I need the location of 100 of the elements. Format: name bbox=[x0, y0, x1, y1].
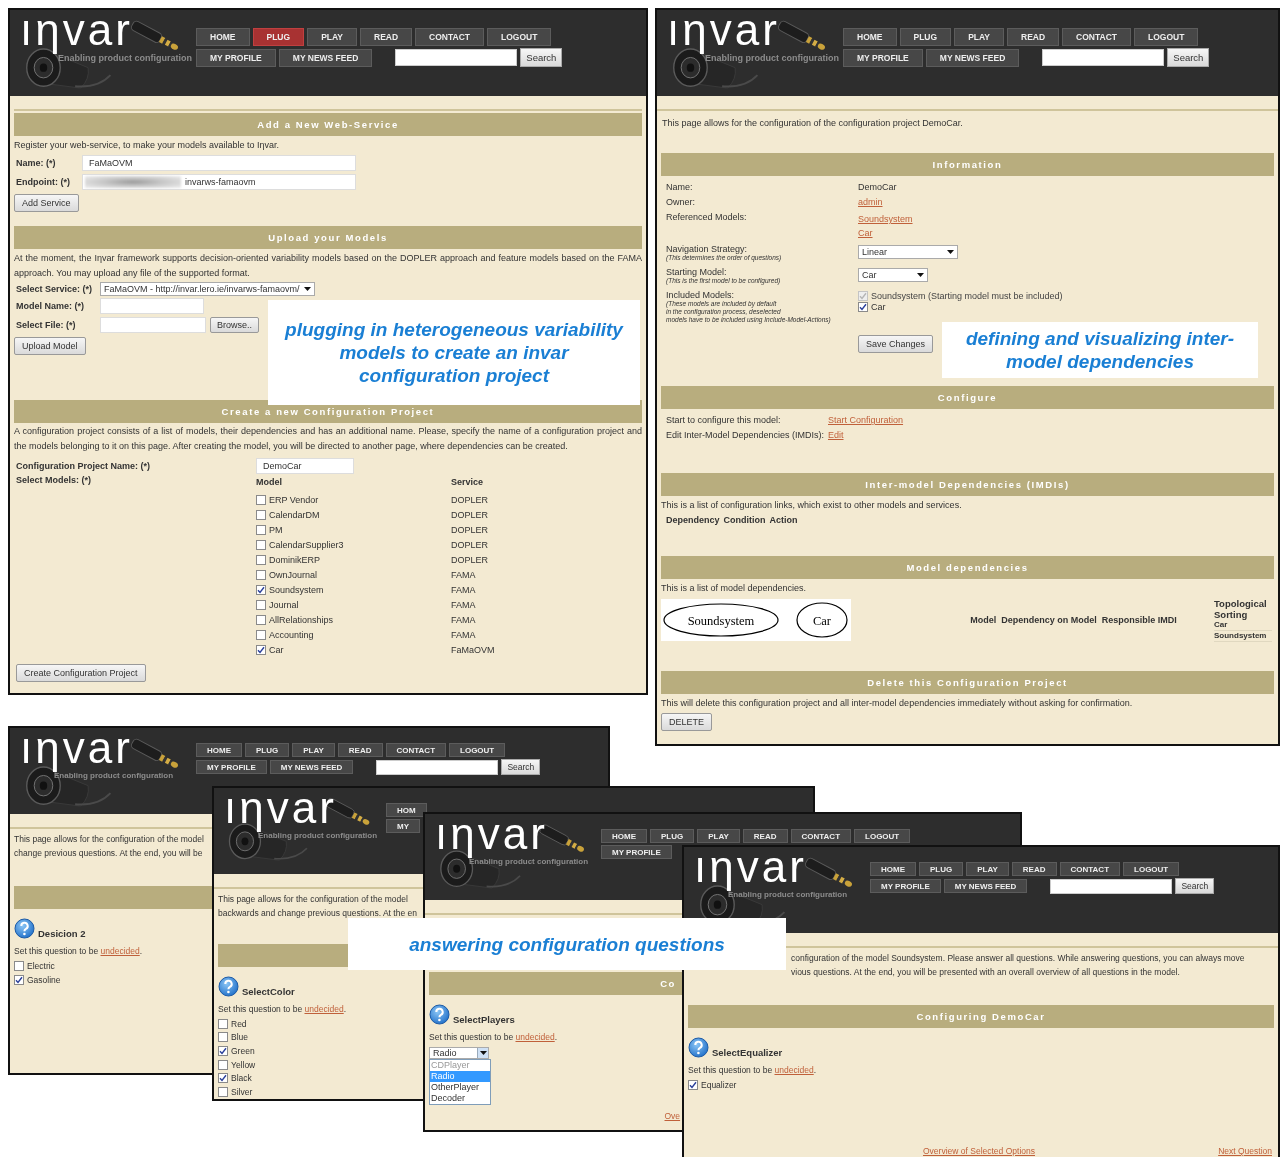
checkbox[interactable] bbox=[218, 1046, 228, 1057]
nav-button[interactable]: CONTACT bbox=[1062, 28, 1132, 46]
nav-button[interactable]: LOGOUT bbox=[854, 829, 911, 843]
checkbox[interactable] bbox=[256, 584, 266, 595]
nav-button[interactable]: READ bbox=[360, 28, 413, 46]
nav-button[interactable]: PLUG bbox=[245, 743, 290, 757]
nav-button[interactable]: HOME bbox=[870, 862, 916, 876]
checkbox[interactable] bbox=[218, 1032, 228, 1043]
checkbox[interactable] bbox=[688, 1080, 698, 1090]
checkbox[interactable] bbox=[256, 494, 266, 505]
checkbox[interactable] bbox=[858, 301, 868, 312]
overview-link[interactable]: Overview of Selected Options bbox=[923, 1146, 1035, 1156]
nav-button[interactable]: HOME bbox=[601, 829, 647, 843]
nav-button[interactable]: MY PROFILE bbox=[843, 48, 923, 67]
checkbox[interactable] bbox=[218, 1059, 228, 1070]
search-field[interactable] bbox=[376, 759, 499, 775]
starting-model-dropdown[interactable]: Car bbox=[858, 268, 928, 282]
nav-button[interactable]: MY NEWS FEED bbox=[269, 760, 354, 774]
nav-button[interactable]: PLAY bbox=[292, 743, 335, 757]
nav-button[interactable]: PLAY bbox=[697, 829, 740, 843]
file-field[interactable] bbox=[100, 316, 206, 333]
checkbox[interactable] bbox=[256, 524, 266, 535]
nav-button[interactable]: PLUG bbox=[899, 28, 952, 46]
nav-button[interactable]: MY PROFILE bbox=[601, 845, 672, 859]
nav-button[interactable]: LOGOUT bbox=[1134, 28, 1199, 46]
configure-link[interactable]: Start Configuration bbox=[828, 413, 1274, 428]
nav-button[interactable]: LOGOUT bbox=[1123, 862, 1180, 876]
project-name-field[interactable]: DemoCar bbox=[256, 457, 354, 474]
nav-button[interactable]: MY bbox=[386, 819, 420, 833]
create-project-button[interactable]: Create Configuration Project bbox=[16, 663, 146, 682]
nav-button[interactable]: PLUG bbox=[650, 829, 695, 843]
checkbox[interactable] bbox=[256, 644, 266, 655]
nav-button[interactable]: MY PROFILE bbox=[870, 879, 941, 893]
model-name-field[interactable] bbox=[100, 297, 204, 314]
save-changes-button[interactable]: Save Changes bbox=[858, 335, 934, 353]
nav-button[interactable]: PLUG bbox=[919, 862, 964, 876]
upload-model-button[interactable]: Upload Model bbox=[14, 336, 86, 355]
search-field[interactable] bbox=[1042, 49, 1165, 66]
nav-button[interactable]: READ bbox=[742, 829, 788, 843]
search-button[interactable]: Search bbox=[1167, 48, 1210, 67]
checkbox[interactable] bbox=[218, 1087, 228, 1098]
checkbox[interactable] bbox=[218, 1018, 228, 1029]
checkbox[interactable] bbox=[256, 599, 266, 610]
nav-button[interactable]: CONTACT bbox=[790, 829, 852, 843]
dropdown-option[interactable]: Decoder bbox=[430, 1093, 490, 1104]
nav-button[interactable]: MY PROFILE bbox=[196, 760, 267, 774]
checkbox[interactable] bbox=[218, 1073, 228, 1084]
delete-button[interactable]: DELETE bbox=[661, 712, 712, 731]
service-dropdown[interactable]: FaMaOVM - http://invar.lero.ie/invarws-famaovm/ bbox=[100, 281, 315, 296]
checkbox[interactable] bbox=[14, 975, 24, 985]
undecided-link[interactable]: undecided bbox=[100, 946, 140, 956]
add-service-button[interactable]: Add Service bbox=[14, 193, 79, 212]
checkbox[interactable] bbox=[256, 569, 266, 580]
configure-link[interactable]: Edit bbox=[828, 428, 1274, 443]
nav-button[interactable]: MY NEWS FEED bbox=[278, 48, 373, 67]
name-field[interactable]: FaMaOVM bbox=[82, 154, 356, 171]
nav-button[interactable]: PLAY bbox=[307, 28, 357, 46]
model-link[interactable]: Car bbox=[858, 226, 873, 240]
nav-button[interactable]: READ bbox=[1007, 28, 1060, 46]
checkbox[interactable] bbox=[256, 614, 266, 625]
undecided-link[interactable]: undecided bbox=[304, 1003, 344, 1014]
next-question-link[interactable]: Next Question bbox=[1218, 1146, 1272, 1156]
endpoint-field[interactable]: invarws-famaovm bbox=[82, 173, 356, 190]
checkbox[interactable] bbox=[14, 961, 24, 971]
overview-link[interactable]: Ove bbox=[664, 1111, 681, 1121]
strategy-dropdown[interactable]: Linear bbox=[858, 245, 958, 259]
nav-button[interactable]: MY PROFILE bbox=[196, 48, 276, 67]
checkbox[interactable] bbox=[256, 554, 266, 565]
option-label: Equalizer bbox=[701, 1080, 737, 1090]
nav-button[interactable]: READ bbox=[337, 743, 383, 757]
nav-button[interactable]: PLUG bbox=[252, 28, 305, 46]
nav-button[interactable]: CONTACT bbox=[415, 28, 485, 46]
dropdown-option[interactable]: OtherPlayer bbox=[430, 1082, 490, 1093]
option-dropdown[interactable]: Radio bbox=[429, 1047, 489, 1059]
nav-button[interactable]: HOME bbox=[196, 28, 250, 46]
search-button[interactable]: Search bbox=[501, 759, 541, 775]
nav-button[interactable]: LOGOUT bbox=[449, 743, 506, 757]
nav-button[interactable]: MY NEWS FEED bbox=[943, 879, 1028, 893]
nav-button[interactable]: HOME bbox=[843, 28, 897, 46]
nav-button[interactable]: PLAY bbox=[966, 862, 1009, 876]
nav-button[interactable]: LOGOUT bbox=[487, 28, 552, 46]
nav-button[interactable]: CONTACT bbox=[1059, 862, 1121, 876]
model-link[interactable]: Soundsystem bbox=[858, 212, 913, 226]
undecided-link[interactable]: undecided bbox=[774, 1065, 814, 1075]
checkbox[interactable] bbox=[256, 539, 266, 550]
search-button[interactable]: Search bbox=[520, 48, 563, 67]
search-field[interactable] bbox=[395, 49, 518, 66]
nav-button[interactable]: HOM bbox=[386, 803, 427, 817]
checkbox[interactable] bbox=[256, 629, 266, 640]
checkbox[interactable] bbox=[256, 509, 266, 520]
nav-button[interactable]: MY NEWS FEED bbox=[925, 48, 1020, 67]
nav-button[interactable]: CONTACT bbox=[385, 743, 447, 757]
nav-button[interactable]: PLAY bbox=[954, 28, 1004, 46]
nav-button[interactable]: READ bbox=[1011, 862, 1057, 876]
nav-button[interactable]: HOME bbox=[196, 743, 242, 757]
owner-link[interactable]: admin bbox=[858, 197, 883, 207]
browse-button[interactable]: Browse.. bbox=[210, 316, 259, 333]
search-button[interactable]: Search bbox=[1175, 878, 1215, 894]
search-field[interactable] bbox=[1050, 878, 1173, 894]
undecided-link[interactable]: undecided bbox=[515, 1032, 555, 1042]
